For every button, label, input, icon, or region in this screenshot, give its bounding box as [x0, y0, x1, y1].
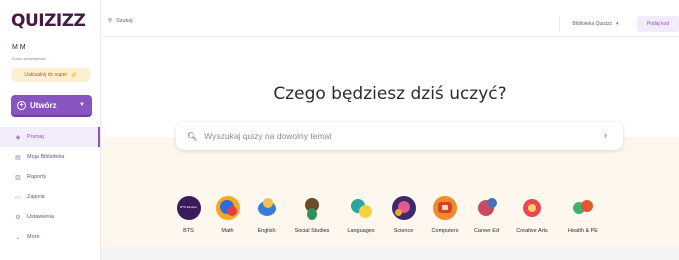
classes-icon: ▭ [15, 194, 21, 201]
health-pe-icon [571, 196, 595, 220]
main-bottom-strip [101, 247, 679, 260]
sidebar-item-more[interactable]: ⌄ More [0, 227, 100, 247]
main-content: Czego będziesz dziś uczyć? 🔍︎ Wyszukaj q… [101, 38, 679, 260]
category-list: BTS Explore BTS Math English Social Stud… [169, 196, 639, 240]
search-icon: ⚲ [108, 18, 113, 24]
category-english[interactable]: English [247, 196, 286, 240]
plus-icon: + [17, 100, 26, 110]
creative-arts-icon [520, 196, 544, 220]
page-title: Czego będziesz dziś uczyć? [273, 84, 507, 104]
bts-icon-text: BTS Explore [180, 205, 197, 209]
sidebar-item-settings[interactable]: ⚙ Ustawienia [0, 207, 100, 227]
category-bts[interactable]: BTS Explore BTS [169, 196, 208, 240]
lightning-icon: ⚡ [70, 72, 78, 79]
category-label: BTS [183, 228, 194, 234]
chevron-right-icon[interactable]: › [604, 130, 607, 140]
sidebar-item-reports[interactable]: ▥ Raporty [0, 167, 100, 187]
top-search-input[interactable]: ⚲ Szukaj [108, 18, 133, 24]
library-icon: ▤ [15, 154, 21, 161]
reports-icon: ▥ [15, 174, 21, 181]
user-name: M M [12, 44, 26, 51]
quiz-search-input[interactable]: 🔍︎ Wyszukaj quizy na dowolny temat › [176, 122, 623, 150]
chevron-down-icon: ⌄ [15, 234, 21, 241]
account-type: Konto podstawowe [12, 56, 46, 61]
bts-icon: BTS Explore [176, 196, 201, 220]
category-label: Creative Arts [516, 228, 548, 234]
category-label: Math [221, 228, 234, 234]
top-search-label: Szukaj [116, 18, 133, 24]
career-ed-icon [474, 196, 499, 220]
library-select-label: Biblioteka Quizizz [572, 21, 612, 27]
category-health-pe[interactable]: Health & PE [558, 196, 608, 240]
science-icon [391, 196, 416, 220]
search-icon: 🔍︎ [187, 131, 198, 141]
sidebar-item-label: Poznaj [27, 134, 44, 140]
upgrade-button[interactable]: Uaktualnij do super ⚡ [11, 68, 91, 82]
sidebar-item-label: Ustawienia [27, 214, 54, 220]
sidebar-item-poznaj[interactable]: ◈ Poznaj [0, 127, 100, 147]
category-label: Science [393, 228, 414, 234]
english-icon [254, 196, 279, 220]
upgrade-label: Uaktualnij do super [24, 72, 68, 78]
sidebar-item-label: Moja Biblioteka [27, 154, 65, 160]
languages-icon [349, 196, 373, 220]
enter-code-button[interactable]: Podaj kod [637, 16, 679, 32]
category-label: Languages [347, 228, 375, 234]
category-label: Social Studies [294, 228, 330, 234]
compass-icon: ◈ [15, 134, 21, 141]
top-bar: ⚲ Szukaj Biblioteka Quizizz ▾ Podaj kod [101, 13, 679, 37]
category-math[interactable]: Math [208, 196, 247, 240]
chevron-down-icon: ▾ [615, 21, 619, 27]
chevron-down-icon: ▼ [79, 102, 85, 108]
sidebar-item-label: Raporty [27, 174, 47, 180]
category-languages[interactable]: Languages [338, 196, 384, 240]
quizizz-logo[interactable]: QUIZIZZ [11, 11, 86, 31]
search-placeholder: Wyszukaj quizy na dowolny temat [204, 131, 332, 141]
category-label: Computers [431, 228, 459, 234]
settings-icon: ⚙ [15, 214, 21, 221]
sidebar-item-classes[interactable]: ▭ Zajęcia [0, 187, 100, 207]
sidebar-item-label: More [27, 234, 40, 240]
category-computers[interactable]: Computers [423, 196, 467, 240]
category-label: English [257, 228, 276, 234]
sidebar: QUIZIZZ M M Konto podstawowe Uaktualnij … [0, 0, 101, 260]
category-social-studies[interactable]: Social Studies [286, 196, 338, 240]
category-label: Career Ed [473, 228, 500, 234]
math-icon [215, 196, 240, 220]
category-career-ed[interactable]: Career Ed [467, 196, 506, 240]
category-science[interactable]: Science [384, 196, 423, 240]
create-label: Utwórz [30, 100, 57, 110]
create-button[interactable]: + Utwórz ▼ [11, 95, 92, 115]
sidebar-nav: ◈ Poznaj ▤ Moja Biblioteka ▥ Raporty ▭ Z… [0, 127, 100, 247]
library-select[interactable]: Biblioteka Quizizz ▾ [559, 16, 631, 32]
sidebar-item-label: Zajęcia [27, 194, 45, 200]
social-studies-icon [300, 196, 324, 220]
category-creative-arts[interactable]: Creative Arts [506, 196, 558, 240]
sidebar-item-library[interactable]: ▤ Moja Biblioteka [0, 147, 100, 167]
computers-icon [433, 196, 457, 220]
category-label: Health & PE [568, 228, 598, 234]
